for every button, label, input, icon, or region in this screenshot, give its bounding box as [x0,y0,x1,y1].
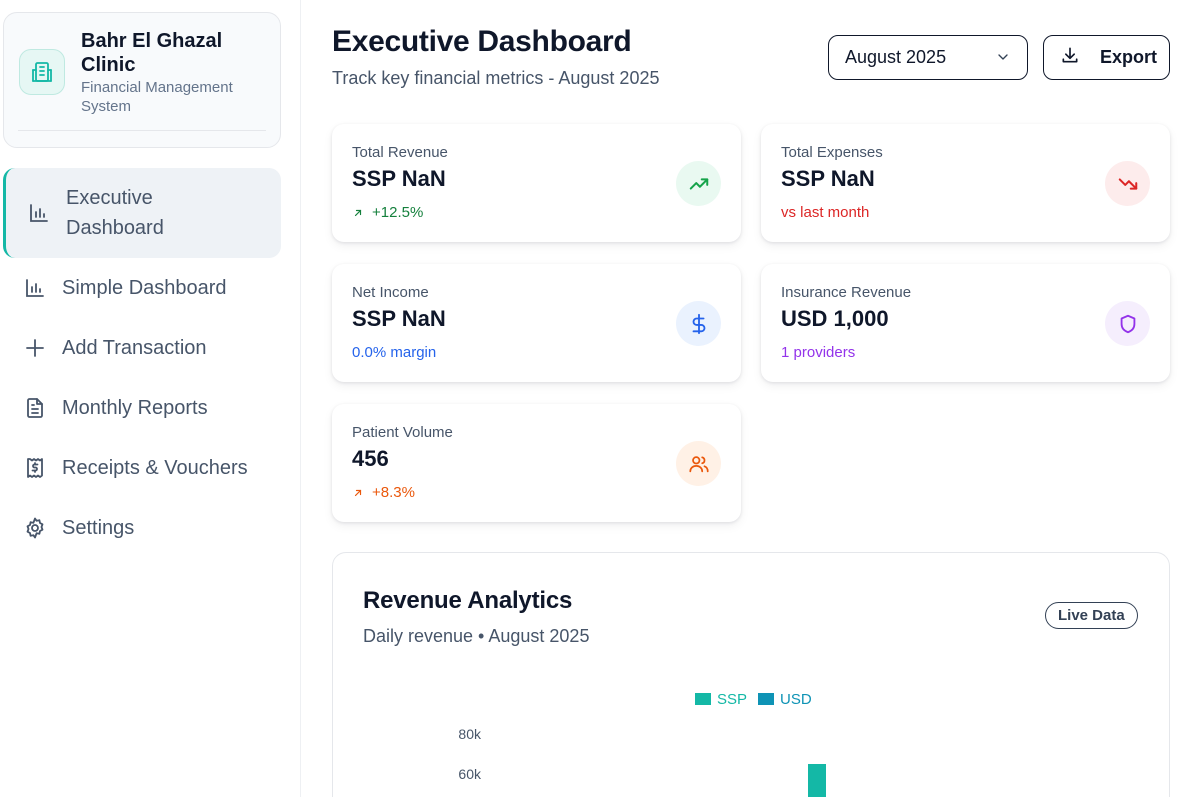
sidebar-item-settings[interactable]: Settings [0,498,301,558]
card-value: SSP NaN [352,166,446,191]
metric-card-net-income[interactable]: Net Income SSP NaN 0.0% margin [332,264,741,382]
chevron-down-icon [995,49,1011,70]
card-note-text: +8.3% [372,484,415,501]
y-tick-label: 60k [458,766,482,782]
card-note: +12.5% [352,204,423,221]
brand-name: Bahr El Ghazal Clinic [81,30,223,76]
arrow-up-right-icon [352,207,364,219]
sidebar-nav: Executive Dashboard Simple Dashboard Add… [0,168,301,558]
page-subtitle: Track key financial metrics - August 202… [332,68,660,88]
arrow-up-right-icon [352,487,364,499]
bar-chart-icon [22,275,48,301]
building-icon [19,49,65,95]
card-label: Insurance Revenue [781,284,912,301]
sidebar-item-receipts-vouchers[interactable]: Receipts & Vouchers [0,438,301,498]
sidebar: Bahr El Ghazal Clinic Financial Manageme… [0,0,301,797]
sidebar-item-add-transaction[interactable]: Add Transaction [0,318,301,378]
sidebar-item-executive-dashboard[interactable]: Executive Dashboard [3,168,281,258]
divider [18,130,266,131]
brand-subtitle: Financial Management System [81,79,233,115]
chart-bars [808,764,826,797]
legend-label-usd: USD [780,691,812,708]
legend-label-ssp: SSP [717,691,747,708]
metric-card-total-expenses[interactable]: Total Expenses SSP NaN vs last month [761,124,1170,242]
card-note: 1 providers [781,344,855,361]
trend-down-icon [1105,161,1150,206]
card-note: 0.0% margin [352,344,436,361]
main-content: Executive Dashboard Track key financial … [302,0,1183,797]
bar-ssp [808,764,826,797]
card-value: USD 1,000 [781,306,889,331]
dollar-icon [676,301,721,346]
legend-swatch-usd [758,693,774,705]
export-button-label: Export [1100,47,1158,67]
sidebar-item-label: Simple Dashboard [62,277,227,299]
page-title: Executive Dashboard [332,25,632,58]
revenue-chart: SSP USD 80k 60k [458,691,826,797]
card-label: Patient Volume [352,424,453,441]
sidebar-item-label: Monthly Reports [62,397,208,419]
brand-card: Bahr El Ghazal Clinic Financial Manageme… [3,12,281,148]
metric-card-total-revenue[interactable]: Total Revenue SSP NaN +12.5% [332,124,741,242]
sidebar-item-label: Receipts & Vouchers [62,457,248,479]
card-note: +8.3% [352,484,415,501]
receipt-icon [22,455,48,481]
bar-chart-icon [26,200,52,226]
month-select-value: August 2025 [845,47,947,67]
card-note-text: +12.5% [372,204,424,221]
sidebar-item-label: Executive Dashboard [66,187,164,239]
y-tick-label: 80k [458,726,482,742]
sidebar-item-label: Add Transaction [62,337,207,359]
sidebar-item-label: Settings [62,517,135,539]
card-note-text: 1 providers [781,344,856,361]
metric-card-insurance-revenue[interactable]: Insurance Revenue USD 1,000 1 providers [761,264,1170,382]
card-note-text: vs last month [781,204,870,221]
card-label: Net Income [352,284,429,301]
card-value: SSP NaN [352,306,446,331]
trend-up-icon [676,161,721,206]
revenue-analytics-panel: Revenue Analytics Daily revenue • August… [332,552,1170,797]
card-value: 456 [352,446,389,471]
legend-swatch-ssp [695,693,711,705]
users-icon [676,441,721,486]
shield-icon [1105,301,1150,346]
export-button[interactable]: Export [1043,35,1170,80]
card-value: SSP NaN [781,166,875,191]
chart-y-axis: 80k 60k [458,726,482,782]
card-note-text: 0.0% margin [352,344,437,361]
document-icon [22,395,48,421]
gear-icon [22,515,48,541]
sidebar-item-simple-dashboard[interactable]: Simple Dashboard [0,258,301,318]
metric-card-patient-volume[interactable]: Patient Volume 456 +8.3% [332,404,741,522]
card-label: Total Revenue [352,144,448,161]
chart-legend: SSP USD [695,691,812,708]
plus-icon [22,335,48,361]
month-select[interactable]: August 2025 [828,35,1028,80]
card-label: Total Expenses [781,144,883,161]
download-icon [1060,45,1080,70]
card-note: vs last month [781,204,869,221]
sidebar-item-monthly-reports[interactable]: Monthly Reports [0,378,301,438]
